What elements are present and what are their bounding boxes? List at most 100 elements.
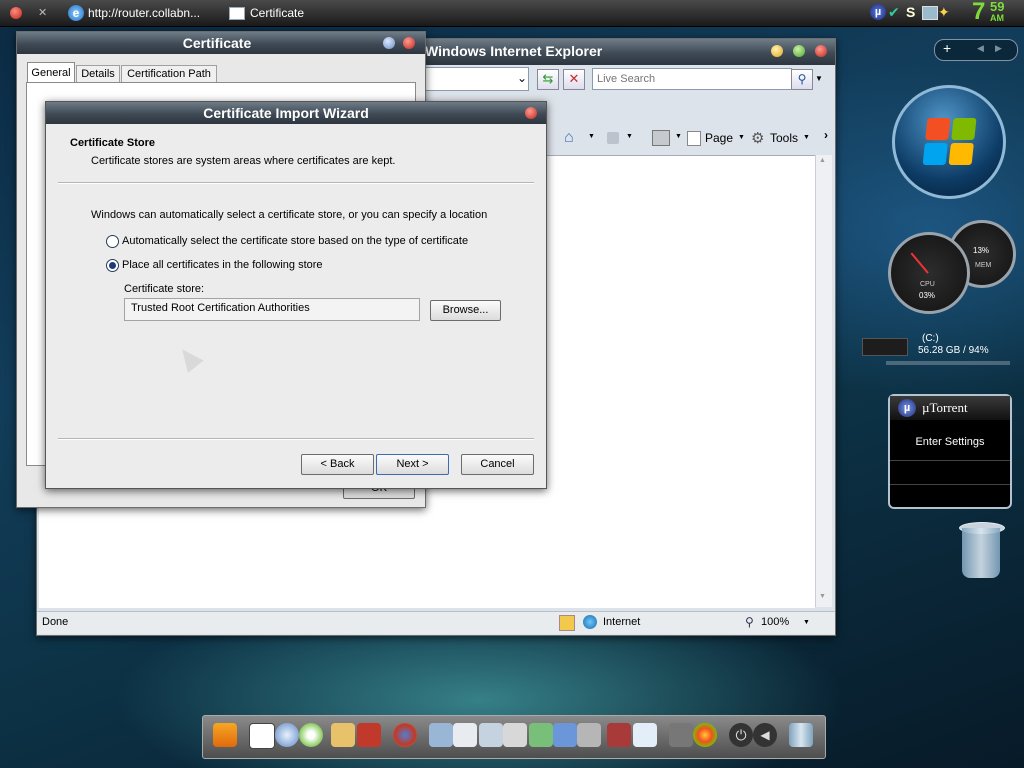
windows-orb[interactable] [892, 85, 1006, 199]
recycle-bin-icon[interactable] [957, 522, 1007, 582]
settings-icon[interactable] [669, 723, 693, 747]
computer-icon[interactable] [429, 723, 453, 747]
media-player-icon[interactable] [213, 723, 237, 747]
zoom-control[interactable]: ⚲ 100% ▼ [743, 614, 823, 632]
utorrent-title: µTorrent [922, 400, 968, 415]
drive-meter-gadget[interactable]: (C:) 56.28 GB / 94% [860, 330, 1012, 368]
skype-tray-icon[interactable]: S [906, 4, 920, 20]
tab-details[interactable]: Details [76, 65, 120, 83]
certificate-dialog-title: Certificate [182, 35, 252, 51]
next-button[interactable]: Next > [376, 454, 449, 475]
search-options-icon[interactable]: ▼ [813, 69, 825, 88]
star-tray-icon[interactable]: ✦ [938, 4, 954, 20]
green-file-icon[interactable] [529, 723, 553, 747]
status-bar: Done Internet ⚲ 100% ▼ [37, 611, 835, 634]
tools-dropdown-icon: ▼ [803, 134, 810, 141]
vertical-scrollbar[interactable]: ▲ ▼ [815, 155, 832, 607]
home-dropdown-icon[interactable]: ▼ [588, 133, 595, 140]
dvd-icon[interactable] [299, 723, 323, 747]
ie-task-button[interactable]: e http://router.collabn... [66, 2, 216, 24]
close-icon[interactable] [403, 37, 415, 49]
more-commands-icon[interactable]: › [824, 128, 828, 142]
mem-label: MEM [975, 262, 992, 269]
windows-start-icon[interactable] [693, 723, 717, 747]
trash-dock-icon[interactable] [789, 723, 813, 747]
collapse-icon[interactable]: ✕ [38, 4, 47, 22]
gear-icon: ⚙ [751, 130, 765, 147]
radio-manual-option[interactable]: Place all certificates in the following … [106, 258, 486, 274]
cpu-value: 03% [919, 291, 936, 300]
radio-auto-label: Automatically select the certificate sto… [122, 235, 469, 247]
paint-icon[interactable] [331, 723, 355, 747]
blue-file-icon[interactable] [553, 723, 577, 747]
maximize-icon[interactable] [793, 45, 805, 57]
search-icon: ⚲ [797, 72, 807, 86]
radio-auto-option[interactable]: Automatically select the certificate sto… [106, 234, 486, 250]
store-field[interactable]: Trusted Root Certification Authorities [124, 298, 420, 321]
refresh-icon[interactable]: ⇆ [537, 69, 559, 90]
minimize-icon[interactable] [771, 45, 783, 57]
browse-button[interactable]: Browse... [430, 300, 501, 321]
document-icon[interactable] [453, 723, 477, 747]
search-button[interactable]: ⚲ [791, 69, 813, 90]
tools-menu[interactable]: ⚙ Tools ▼ [751, 129, 815, 149]
add-gadget-icon[interactable]: + [943, 40, 951, 56]
stop-icon[interactable]: ✕ [563, 69, 585, 90]
close-icon[interactable] [525, 107, 537, 119]
feeds-icon[interactable] [607, 132, 619, 144]
close-icon[interactable] [815, 45, 827, 57]
calendar-icon[interactable] [249, 723, 275, 749]
memory-chip-icon [862, 338, 908, 356]
utorrent-settings-link[interactable]: Enter Settings [890, 436, 1010, 448]
clock-minute: 59 [990, 0, 1005, 14]
previous-icon[interactable]: ◀ [977, 43, 984, 54]
safari-icon[interactable] [275, 723, 299, 747]
search-input[interactable] [592, 68, 792, 90]
tab-certification-path[interactable]: Certification Path [121, 65, 217, 83]
help-icon[interactable] [383, 37, 395, 49]
cancel-button[interactable]: Cancel [461, 454, 534, 475]
utorrent-tray-icon[interactable]: µ [870, 4, 886, 20]
radio-auto[interactable] [106, 235, 119, 248]
network-tray-icon[interactable] [922, 6, 938, 20]
feeds-dropdown-icon[interactable]: ▼ [626, 133, 633, 140]
tab-general[interactable]: General [27, 62, 75, 83]
utorrent-header: µ µTorrent [890, 396, 1010, 420]
mem-value: 13% [973, 246, 990, 255]
power-icon[interactable]: ⏻ [729, 723, 753, 747]
zoom-icon: ⚲ [745, 615, 754, 629]
window-app-icon[interactable] [633, 723, 657, 747]
windows-logo-icon [922, 118, 977, 166]
scroll-down-icon[interactable]: ▼ [819, 593, 826, 600]
footer-divider [58, 438, 534, 440]
print-dropdown-icon[interactable]: ▼ [675, 133, 682, 140]
utility-icon[interactable] [607, 723, 631, 747]
scroll-up-icon[interactable]: ▲ [819, 157, 826, 164]
radio-manual[interactable] [106, 259, 119, 272]
utorrent-gadget[interactable]: µ µTorrent Enter Settings [888, 394, 1012, 509]
tools-icon[interactable] [503, 723, 527, 747]
back-button[interactable]: < Back [301, 454, 374, 475]
calculator-icon[interactable] [577, 723, 601, 747]
command-bar: ⌂ ▼ ▼ ▼ Page ▼ ⚙ Tools ▼ › [547, 125, 835, 153]
cpu-gauge: CPU 03% [888, 232, 970, 314]
firefox-icon[interactable] [393, 723, 417, 747]
sound-icon[interactable]: ◀ [753, 723, 777, 747]
notes-icon[interactable] [479, 723, 503, 747]
address-dropdown-icon[interactable]: ⌄ [515, 70, 529, 86]
cpu-meter-gadget[interactable]: MEM 13% CPU 03% [886, 218, 1016, 314]
print-icon[interactable] [652, 130, 670, 146]
next-icon[interactable]: ▶ [995, 43, 1002, 54]
internet-explorer-icon: e [68, 5, 84, 21]
certificate-task-button[interactable]: Certificate [226, 2, 346, 24]
store-label: Certificate store: [124, 283, 205, 295]
close-app-icon[interactable] [10, 7, 22, 19]
protected-mode-icon [559, 615, 575, 631]
drive-info: 56.28 GB / 94% [918, 345, 989, 356]
address-book-icon[interactable] [357, 723, 381, 747]
check-tray-icon[interactable]: ✔ [888, 4, 904, 20]
home-icon[interactable]: ⌂ [564, 129, 582, 147]
zone-label: Internet [603, 616, 641, 628]
page-menu[interactable]: Page ▼ [687, 129, 749, 149]
page-dropdown-icon: ▼ [738, 134, 745, 141]
